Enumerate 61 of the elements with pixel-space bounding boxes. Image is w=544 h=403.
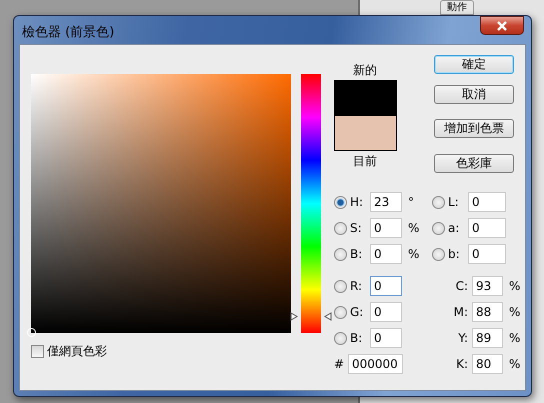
field-label: M:: [452, 305, 469, 319]
hex-field[interactable]: 000000: [348, 354, 403, 374]
field-label: C:: [454, 279, 469, 293]
field-label: H:: [350, 195, 364, 209]
input-field[interactable]: 23: [370, 192, 402, 212]
dialog-button[interactable]: 增加到色票: [434, 119, 514, 138]
dialog-button[interactable]: 取消: [434, 85, 514, 104]
slider-thumb[interactable]: [290, 312, 332, 322]
picker-marker[interactable]: [27, 328, 36, 337]
field-label: G:: [350, 305, 364, 319]
radio-button[interactable]: [334, 196, 347, 208]
radio-button[interactable]: [334, 332, 347, 344]
field-label: b:: [448, 247, 461, 261]
dialog-button[interactable]: 確定: [434, 55, 514, 74]
close-icon: [496, 20, 508, 30]
field-label: B:: [350, 247, 364, 261]
input-field[interactable]: 80: [472, 354, 503, 374]
close-button[interactable]: [480, 16, 524, 35]
unit-label: %: [407, 247, 420, 261]
field-label: Y:: [457, 331, 469, 345]
panel-tab[interactable]: 動作: [440, 0, 474, 15]
radio-button[interactable]: [334, 248, 347, 260]
radio-button[interactable]: [432, 248, 445, 260]
current-color-swatch: [334, 116, 396, 151]
swatch-label: 目前: [353, 154, 377, 168]
radio-button[interactable]: [334, 280, 347, 292]
field-label: S:: [350, 221, 363, 235]
unit-label: %: [508, 279, 522, 293]
input-field[interactable]: 0: [468, 244, 506, 264]
input-field[interactable]: 93: [472, 276, 503, 296]
field-label: #: [334, 357, 346, 371]
window-title: 檢色器 (前景色): [22, 24, 114, 41]
field-label: K:: [455, 357, 469, 371]
input-field[interactable]: 0: [370, 328, 402, 348]
input-field[interactable]: 0: [370, 218, 402, 238]
radio-button[interactable]: [334, 222, 347, 234]
checkbox-label: 僅網頁色彩: [47, 343, 107, 360]
input-field[interactable]: 0: [370, 302, 402, 322]
unit-label: %: [508, 331, 522, 345]
dialog-button[interactable]: 色彩庫: [434, 154, 514, 173]
input-field[interactable]: 0: [370, 276, 402, 296]
unit-label: %: [407, 221, 420, 235]
unit-label: °: [407, 195, 415, 209]
input-field[interactable]: 0: [468, 218, 506, 238]
input-field[interactable]: 0: [370, 244, 402, 264]
hue-slider[interactable]: [290, 74, 332, 333]
field-label: a:: [448, 221, 460, 235]
unit-label: %: [508, 305, 522, 319]
radio-button[interactable]: [432, 222, 445, 234]
input-field[interactable]: 88: [472, 302, 503, 322]
input-field[interactable]: 0: [468, 192, 506, 212]
input-field[interactable]: 89: [472, 328, 503, 348]
new-color-swatch: [334, 80, 396, 116]
field-label: R:: [350, 279, 364, 293]
radio-button[interactable]: [432, 196, 445, 208]
swatch-label: 新的: [353, 63, 377, 77]
checkbox[interactable]: [31, 345, 44, 358]
unit-label: %: [508, 357, 522, 371]
field-label: L:: [448, 195, 460, 209]
field-label: B:: [350, 331, 364, 345]
radio-button[interactable]: [334, 306, 347, 318]
